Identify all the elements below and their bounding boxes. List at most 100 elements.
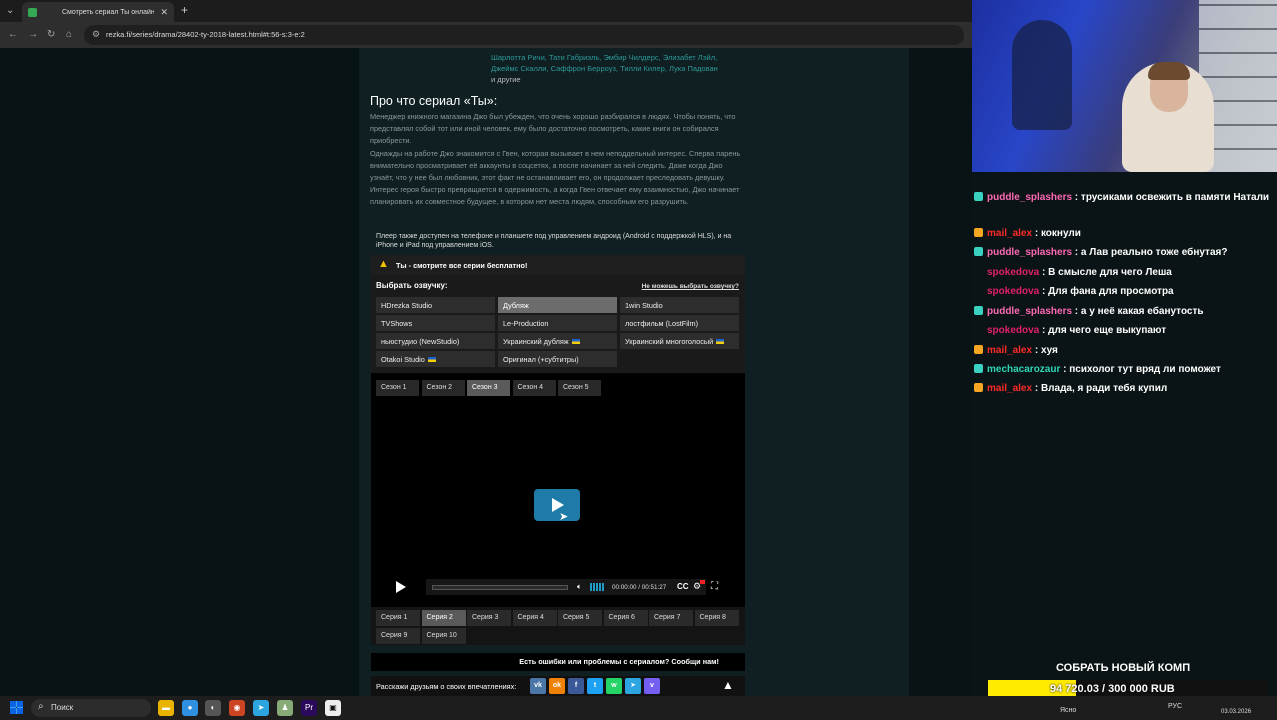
share-text: Расскажи друзьям о своих впечатлениях: [376, 682, 517, 691]
episode-tab[interactable]: Серия 8 [694, 610, 739, 626]
tab-list-icon[interactable]: ⌄ [6, 5, 14, 16]
episode-tab[interactable]: Серия 2 [421, 610, 466, 626]
chat-badge-icon [974, 267, 983, 276]
dub-help-link[interactable]: Не можешь выбрать озвучку? [642, 283, 739, 290]
season-tab[interactable]: Сезон 2 [421, 380, 465, 396]
app-icon[interactable]: ▣ [325, 700, 341, 716]
dub-option[interactable]: Le-Production [498, 315, 617, 331]
dub-option-label: Украинский дубляж [503, 337, 569, 346]
season-tab[interactable]: Сезон 4 [512, 380, 556, 396]
actor-link[interactable]: Саффрон Берроуз [551, 64, 616, 73]
obs-icon[interactable]: ◉ [229, 700, 245, 716]
search-icon: ⌕ [38, 701, 44, 712]
ukraine-flag-icon [571, 339, 580, 344]
dub-option-label: 1win Studio [625, 301, 663, 310]
dub-option-label: Украинский многоголосый [625, 337, 714, 346]
scroll-top-icon[interactable]: ▲ [722, 678, 734, 692]
volume-slider[interactable] [590, 583, 604, 591]
dub-option[interactable]: Украинский многоголосый [620, 333, 739, 349]
odnoklassniki-icon[interactable]: ok [549, 678, 565, 694]
reload-icon[interactable]: ↻ [47, 29, 55, 40]
fullscreen-icon[interactable]: ⛶ [711, 581, 718, 592]
dub-option[interactable]: TVShows [376, 315, 495, 331]
chat-username[interactable]: spokedova [987, 325, 1039, 336]
windows-start-icon[interactable] [10, 701, 23, 714]
chat-username[interactable]: puddle_splashers [987, 192, 1072, 203]
chat-badge-icon [974, 192, 983, 201]
chat-username[interactable]: mechacarozaur [987, 364, 1060, 375]
chat-text: психолог тут вряд ли поможет [1069, 364, 1221, 375]
chat-username[interactable]: mail_alex [987, 228, 1032, 239]
chat-text: В смысле для чего Леша [1048, 267, 1172, 278]
season-tab[interactable]: Сезон 3 [467, 380, 510, 396]
dub-option[interactable]: Otakoi Studio [376, 351, 495, 367]
app-icon[interactable]: ♟ [277, 700, 293, 716]
dub-option-label: Оригинал (+субтитры) [503, 355, 579, 364]
file-explorer-icon[interactable]: ▬ [158, 700, 174, 716]
site-info-icon[interactable]: ⚙ [92, 29, 100, 40]
facebook-icon[interactable]: f [568, 678, 584, 694]
viber-icon[interactable]: v [644, 678, 660, 694]
play-pause-button[interactable] [396, 581, 406, 593]
actor-link[interactable]: Элизабет Лэйл [663, 53, 715, 62]
dub-option[interactable]: ньюстудио (NewStudio) [376, 333, 495, 349]
actor-link[interactable]: Эмбир Чилдерс [603, 53, 658, 62]
whatsapp-icon[interactable]: w [606, 678, 622, 694]
video-player[interactable]: ➤ 🔈︎ 00:00:00 / 00:51:27 CC ⚙ ⛶ Сезон 1С… [371, 373, 745, 607]
actors-list: Шарлотта Ричи, Тати Габриэль, Эмбир Чилд… [491, 52, 741, 85]
episode-tab[interactable]: Серия 1 [376, 610, 420, 626]
actor-link[interactable]: Шарлотта Ричи [491, 53, 545, 62]
season-tab[interactable]: Сезон 5 [558, 380, 601, 396]
actor-link[interactable]: Тати Габриэль [549, 53, 599, 62]
back-icon[interactable]: ← [8, 29, 18, 40]
forward-icon[interactable]: → [28, 29, 38, 40]
home-icon[interactable]: ⌂ [66, 29, 72, 40]
premiere-icon[interactable]: Pr [301, 700, 317, 716]
url-input[interactable]: ⚙ rezka.fi/series/drama/28402-ty-2018-la… [84, 25, 964, 45]
chat-message: puddle_splashers : трусиками освежить в … [974, 190, 1270, 206]
telegram-taskbar-icon[interactable]: ➤ [253, 700, 269, 716]
telegram-icon[interactable]: ➤ [625, 678, 641, 694]
chat-username[interactable]: puddle_splashers [987, 306, 1072, 317]
episode-tab[interactable]: Серия 10 [421, 628, 466, 644]
chat-text: Влада, я ради тебя купил [1040, 383, 1168, 394]
season-tab[interactable]: Сезон 1 [376, 380, 419, 396]
dub-option[interactable]: 1win Studio [620, 297, 739, 313]
chat-username[interactable]: mail_alex [987, 345, 1032, 356]
app-icon[interactable]: ◐ [205, 700, 221, 716]
actor-link[interactable]: Лука Падован [669, 64, 718, 73]
vk-icon[interactable]: vk [530, 678, 546, 694]
episode-tab[interactable]: Серия 6 [603, 610, 648, 626]
language-indicator[interactable]: РУС [1168, 703, 1182, 710]
chat-username[interactable]: spokedova [987, 267, 1039, 278]
dub-option[interactable]: Оригинал (+субтитры) [498, 351, 617, 367]
actor-link[interactable]: Джеймс Скалли [491, 64, 546, 73]
episode-tab[interactable]: Серия 7 [649, 610, 693, 626]
about-heading: Про что сериал «Ты»: [370, 94, 498, 108]
chrome-icon[interactable]: ● [182, 700, 198, 716]
dub-option[interactable]: HDrezka Studio [376, 297, 495, 313]
actor-link[interactable]: Тилли Килер [620, 64, 665, 73]
error-report-link[interactable]: Есть ошибки или проблемы с сериалом? Соо… [519, 657, 719, 666]
browser-tab[interactable]: Смотреть сериал Ты онлайн ✕ [22, 2, 174, 22]
episode-tab[interactable]: Серия 9 [376, 628, 420, 644]
dub-option[interactable]: Дубляж [498, 297, 617, 313]
chat-username[interactable]: spokedova [987, 286, 1039, 297]
chat-username[interactable]: mail_alex [987, 383, 1032, 394]
episode-tab[interactable]: Серия 3 [467, 610, 511, 626]
big-play-button[interactable] [534, 489, 580, 521]
close-tab-icon[interactable]: ✕ [160, 7, 168, 18]
twitter-icon[interactable]: t [587, 678, 603, 694]
dub-option[interactable]: Украинский дубляж [498, 333, 617, 349]
new-tab-icon[interactable]: + [181, 3, 188, 17]
dub-option[interactable]: лостфильм (LostFilm) [620, 315, 739, 331]
progress-bar[interactable] [432, 585, 568, 590]
chat-username[interactable]: puddle_splashers [987, 247, 1072, 258]
episode-tab[interactable]: Серия 4 [512, 610, 557, 626]
episode-tab[interactable]: Серия 5 [558, 610, 602, 626]
subtitles-button[interactable]: CC [677, 582, 689, 591]
volume-icon[interactable]: 🔈︎ [577, 582, 582, 592]
dub-option-label: TVShows [381, 319, 413, 328]
taskbar-search[interactable]: ⌕ Поиск [31, 699, 151, 717]
ukraine-flag-icon [427, 357, 436, 362]
